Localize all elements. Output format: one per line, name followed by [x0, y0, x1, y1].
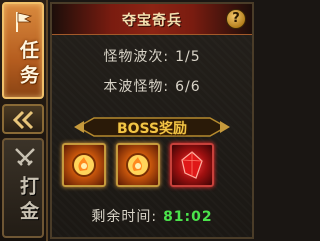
red-crystal-icon — [181, 151, 203, 179]
time-remaining-row: 剩余时间: 81:02 — [52, 206, 252, 226]
reward-slot-1[interactable] — [62, 143, 106, 187]
double-chevron-left-icon — [12, 110, 34, 130]
help-button[interactable]: ? — [226, 9, 246, 29]
monster-wave-label: 怪物波次: — [103, 49, 170, 65]
wave-monsters-row: 本波怪物: 6/6 — [52, 76, 252, 96]
reward-slot-2[interactable] — [116, 143, 160, 187]
tab-gold-farming-label: 打金 — [17, 176, 39, 226]
boss-reward-title: BOSS奖励 — [116, 121, 188, 137]
wave-monsters-value: 6/6 — [175, 79, 201, 95]
collapse-button[interactable] — [2, 104, 44, 134]
boss-reward-banner: BOSS奖励 — [74, 116, 230, 138]
time-remaining-label: 剩余时间: — [91, 209, 158, 225]
monster-wave-value: 1/5 — [175, 49, 201, 65]
side-tab-column: 任务 打金 — [0, 0, 48, 241]
time-remaining-value: 81:02 — [163, 209, 213, 225]
monster-wave-row: 怪物波次: 1/5 — [52, 46, 252, 66]
wave-monsters-label: 本波怪物: — [103, 79, 170, 95]
golden-flame-orb-icon — [72, 153, 96, 177]
tab-task[interactable]: 任务 — [2, 2, 44, 99]
flag-icon — [13, 10, 35, 34]
reward-slot-3[interactable] — [170, 143, 214, 187]
crossed-swords-icon — [13, 146, 37, 174]
treasure-hunt-panel: 夺宝奇兵 ? 怪物波次: 1/5 本波怪物: 6/6 BOSS奖励 剩余时间: … — [50, 2, 254, 239]
panel-title-bar: 夺宝奇兵 ? — [52, 4, 252, 35]
golden-flame-orb-icon — [126, 153, 150, 177]
panel-title: 夺宝奇兵 — [122, 13, 182, 29]
tab-task-label: 任务 — [17, 40, 39, 90]
tab-gold-farming[interactable]: 打金 — [2, 138, 44, 238]
